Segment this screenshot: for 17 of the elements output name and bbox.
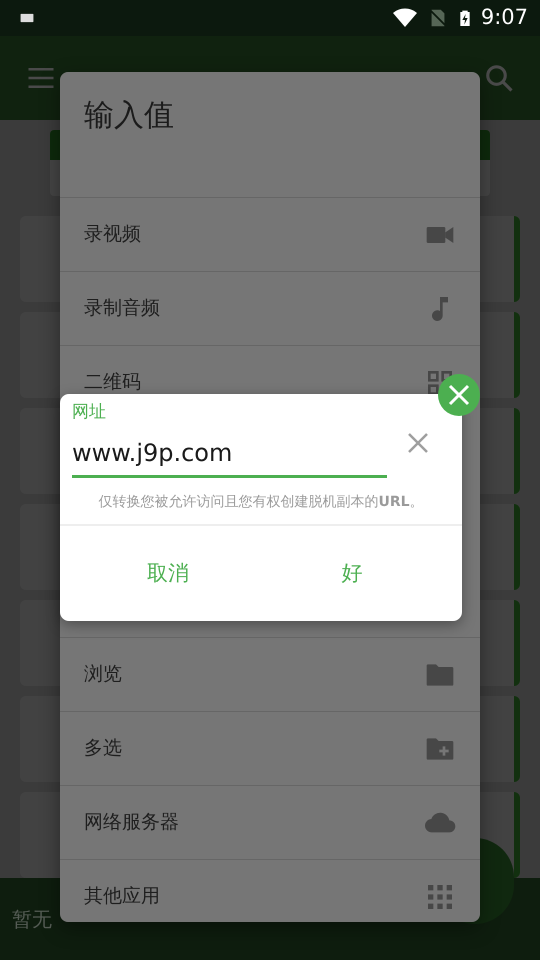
- option-item[interactable]: 网络服务器: [60, 785, 480, 859]
- cancel-button[interactable]: 取消: [103, 544, 233, 604]
- hint-text: 仅转换您被允许访问且您有权创建脱机副本的URL。: [97, 493, 425, 512]
- option-item[interactable]: 浏览: [60, 637, 480, 711]
- url-input-field[interactable]: www.j9p.com: [72, 430, 387, 478]
- status-time: 9:07: [480, 4, 528, 32]
- close-icon: [406, 430, 430, 455]
- option-item[interactable]: 多选: [60, 711, 480, 785]
- search-icon: [484, 63, 514, 93]
- option-item[interactable]: 录制音频: [60, 271, 480, 345]
- dialog-title: 输入值: [83, 97, 175, 135]
- option-item[interactable]: 录视频: [60, 197, 480, 271]
- close-icon: [447, 383, 471, 407]
- empty-label: 暂无: [12, 906, 52, 933]
- ok-button[interactable]: 好: [287, 544, 417, 604]
- option-item[interactable]: 其他应用: [60, 859, 480, 922]
- clear-button[interactable]: [406, 430, 430, 454]
